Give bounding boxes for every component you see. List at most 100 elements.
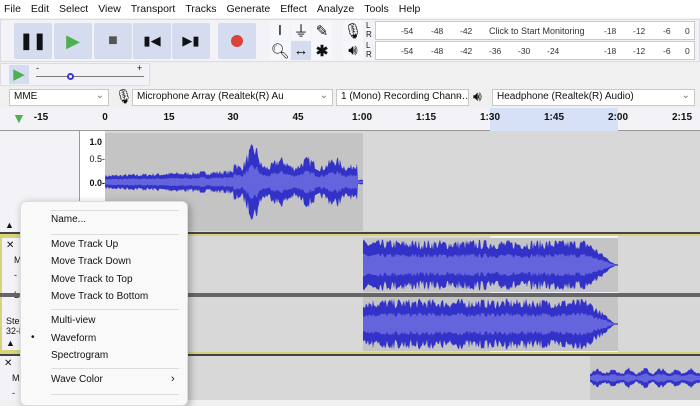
timeline-ruler[interactable]: ▼ -15 0 15 30 45 1:00 1:15 1:30 1:45 2:00 2:15 xyxy=(0,108,700,131)
menu-item-move-track-to-top[interactable]: Move Track to Top xyxy=(51,274,133,285)
pause-button[interactable]: ❚❚ xyxy=(14,23,52,59)
skip-end-icon: ▶▮ xyxy=(182,33,200,48)
start-monitoring-label[interactable]: Click to Start Monitoring xyxy=(489,26,585,36)
ruler-tick-label: -15 xyxy=(33,112,49,123)
chevron-down-icon: ⌄ xyxy=(319,90,328,101)
menu-item-spectrogram[interactable]: Spectrogram xyxy=(51,350,108,361)
record-button[interactable] xyxy=(218,23,256,59)
playback-device-value: Headphone (Realtek(R) Audio) xyxy=(497,91,634,102)
multi-tool-button[interactable]: ✱ xyxy=(312,41,332,60)
audio-clip[interactable] xyxy=(590,356,700,400)
skip-to-start-button[interactable]: ▮◀ xyxy=(133,23,171,59)
menu-item-name[interactable]: Name... xyxy=(51,214,86,225)
menu-item-move-track-down[interactable]: Move Track Down xyxy=(51,256,131,267)
ruler-tick-label: 2:15 xyxy=(671,112,693,123)
recording-device-value: Microphone Array (Realtek(R) Au xyxy=(137,91,284,102)
speed-slider[interactable] xyxy=(36,76,144,77)
playback-device-select[interactable]: Headphone (Realtek(R) Audio) ⌄ xyxy=(492,89,695,106)
menu-view[interactable]: View xyxy=(98,3,121,15)
scale-label: 0.0- xyxy=(89,178,105,188)
menu-item-move-track-to-bottom[interactable]: Move Track to Bottom xyxy=(51,291,148,302)
menu-file[interactable]: File xyxy=(4,3,21,15)
waveform xyxy=(363,312,618,336)
close-track-button[interactable]: ✕ xyxy=(6,240,14,251)
microphone-icon: 🎙︎ xyxy=(343,22,363,40)
stop-icon: ■ xyxy=(108,32,118,49)
meter-tick: -42 xyxy=(460,26,473,36)
ruler-tick-label: 0 xyxy=(102,112,108,123)
chevron-down-icon: ⌄ xyxy=(95,90,104,101)
meter-tick: -48 xyxy=(431,26,444,36)
menu-analyze[interactable]: Analyze xyxy=(317,3,354,15)
speaker-icon: 🔊︎ xyxy=(473,88,482,104)
time-shift-tool-button[interactable]: ↔ xyxy=(291,41,311,60)
double-arrow-icon: ↔ xyxy=(293,42,309,59)
play-at-speed-button[interactable]: ▶ xyxy=(9,65,29,84)
speed-minus-label: - xyxy=(36,63,39,73)
submenu-arrow-icon: › xyxy=(171,373,175,385)
menu-select[interactable]: Select xyxy=(59,3,88,15)
mute-button[interactable]: M xyxy=(12,373,20,383)
recording-channels-select[interactable]: 1 (Mono) Recording Chann… ⌄ xyxy=(336,89,469,106)
ruler-tick-label: 1:15 xyxy=(415,112,437,123)
meter-tick: -18 xyxy=(604,26,617,36)
gain-slider[interactable]: - xyxy=(12,388,15,398)
envelope-icon: ⏚ xyxy=(293,23,309,40)
menu-item-wave-color[interactable]: Wave Color xyxy=(51,374,103,385)
microphone-icon: 🎙︎ xyxy=(115,88,133,104)
meter-tick: 0 xyxy=(685,46,690,56)
waveform xyxy=(363,253,618,277)
meter-tick: -6 xyxy=(663,26,671,36)
audio-host-select[interactable]: MME ⌄ xyxy=(9,89,109,106)
speed-plus-label: + xyxy=(137,63,143,73)
stop-button[interactable]: ■ xyxy=(94,23,132,59)
ruler-tick-label: 1:00 xyxy=(351,112,373,123)
selection-tool-button[interactable]: I xyxy=(270,21,290,40)
collapse-track-icon[interactable]: ▲ xyxy=(6,338,15,348)
recording-channels-value: 1 (Mono) Recording Chann… xyxy=(341,91,469,102)
speed-slider-thumb[interactable] xyxy=(67,73,74,80)
menu-item-move-track-up[interactable]: Move Track Up xyxy=(51,239,118,250)
audio-clip-left-channel[interactable] xyxy=(363,238,618,292)
pencil-icon: ✎ xyxy=(315,22,329,40)
audio-clip-right-channel[interactable] xyxy=(363,297,618,351)
menu-tools[interactable]: Tools xyxy=(364,3,389,15)
playback-meter[interactable]: -54 -48 -42 -36 -30 -24 -18 -12 -6 0 xyxy=(375,41,695,60)
playback-meter-button[interactable]: 🔊︎ xyxy=(343,41,363,60)
menu-transport[interactable]: Transport xyxy=(131,3,176,15)
right-channel-label: R xyxy=(366,30,372,39)
meter-tick: -24 xyxy=(547,46,560,56)
timeline-options-icon[interactable]: ▼ xyxy=(12,110,26,126)
meter-tick: 0 xyxy=(685,26,690,36)
close-track-button[interactable]: ✕ xyxy=(4,358,12,369)
meter-tick: -54 xyxy=(401,46,414,56)
collapse-track-icon[interactable]: ▲ xyxy=(5,220,14,230)
recording-device-select[interactable]: Microphone Array (Realtek(R) Au ⌄ xyxy=(132,89,333,106)
envelope-tool-button[interactable]: ⏚ xyxy=(291,21,311,40)
menu-tracks[interactable]: Tracks xyxy=(185,3,216,15)
menu-item-multi-view[interactable]: Multi-view xyxy=(51,315,95,326)
record-meter[interactable]: -54 -48 -42 Click to Start Monitoring -1… xyxy=(375,21,695,40)
ruler-tick-label: 1:30 xyxy=(479,112,501,123)
track-context-menu: Name... Move Track Up Move Track Down Mo… xyxy=(20,201,188,406)
gain-slider[interactable]: - xyxy=(14,270,17,280)
skip-to-end-button[interactable]: ▶▮ xyxy=(172,23,210,59)
scale-label: 0.5- xyxy=(89,154,105,164)
menu-generate[interactable]: Generate xyxy=(226,3,270,15)
menu-edit[interactable]: Edit xyxy=(31,3,49,15)
menu-effect[interactable]: Effect xyxy=(280,3,307,15)
play-button[interactable]: ▶ xyxy=(54,23,92,59)
meter-tick: -42 xyxy=(460,46,473,56)
scale-label: 1.0 xyxy=(89,137,102,147)
meter-tick: -12 xyxy=(633,26,646,36)
meter-tick: -12 xyxy=(633,46,646,56)
selected-bullet-icon: • xyxy=(31,332,35,343)
audio-host-value: MME xyxy=(14,91,38,102)
menu-item-waveform[interactable]: Waveform xyxy=(51,333,96,344)
ruler-tick-label: 45 xyxy=(292,112,304,123)
meter-tick: -48 xyxy=(431,46,444,56)
record-meter-button[interactable]: 🎙︎ xyxy=(343,21,363,40)
menu-help[interactable]: Help xyxy=(399,3,421,15)
zoom-tool-button[interactable]: 🔍︎ xyxy=(270,41,290,60)
draw-tool-button[interactable]: ✎ xyxy=(312,21,332,40)
